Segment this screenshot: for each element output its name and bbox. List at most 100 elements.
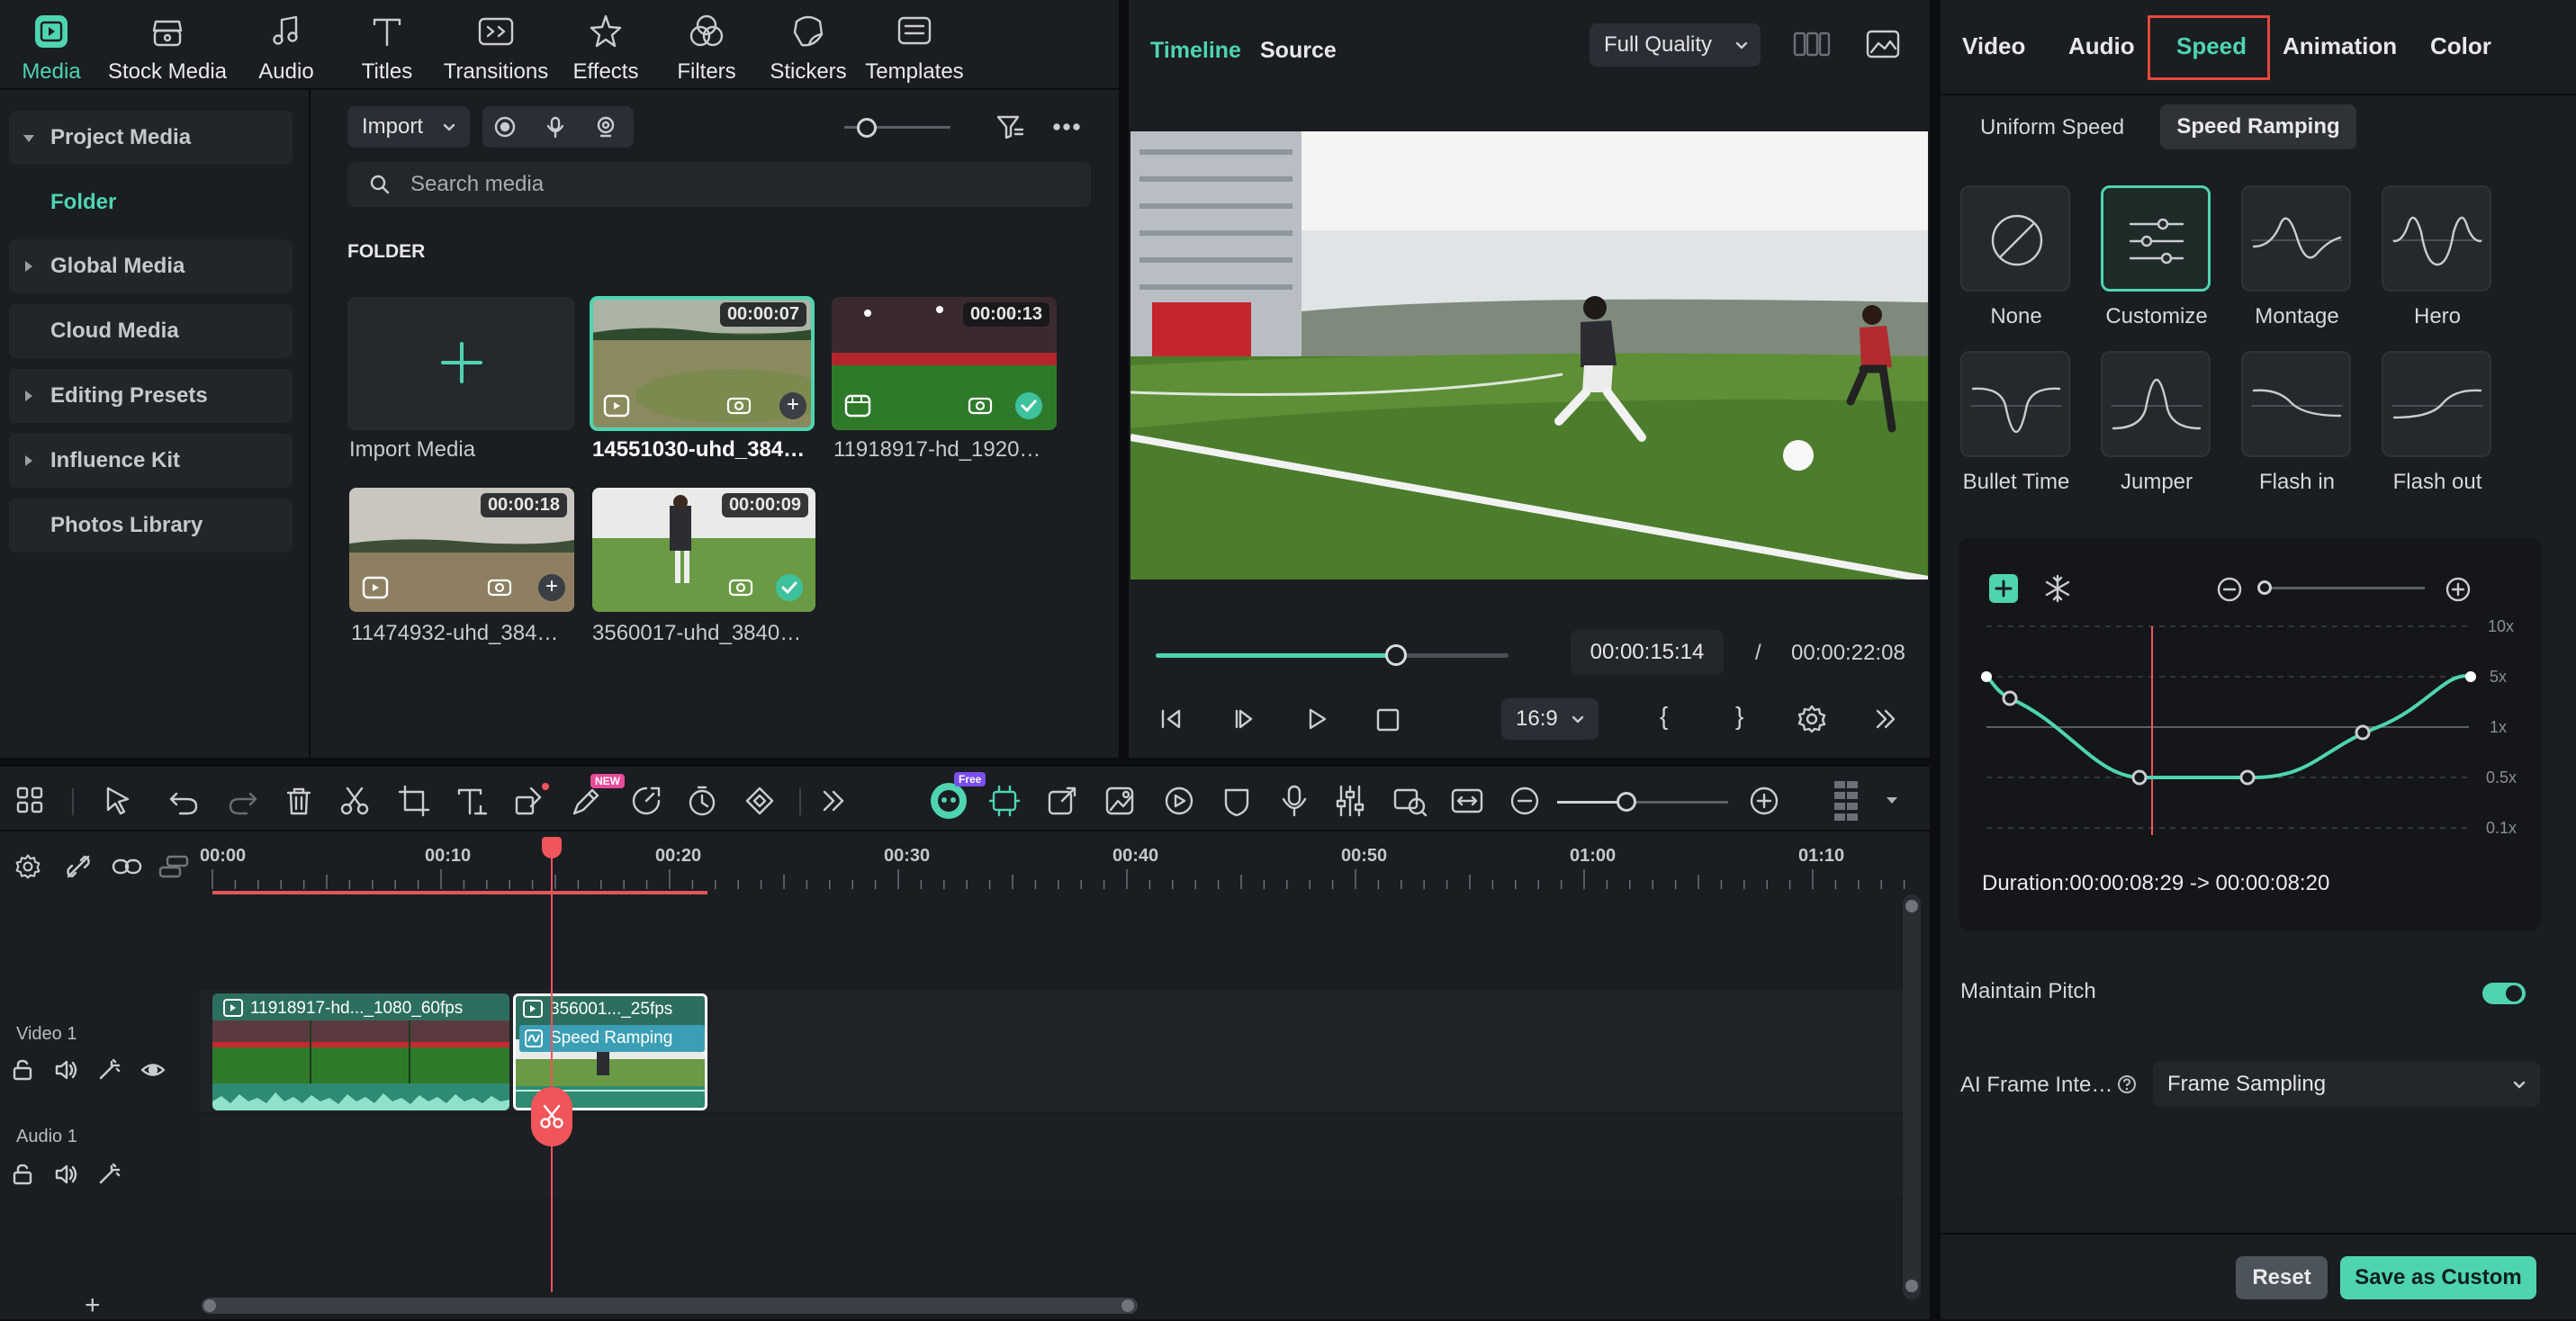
settings-gear-icon[interactable] — [1797, 704, 1827, 734]
audio-mixer-icon[interactable] — [1332, 783, 1368, 819]
sidebar-item-photos-library[interactable]: Photos Library — [9, 499, 293, 553]
track-layers-icon[interactable] — [158, 853, 189, 880]
preset-montage[interactable] — [2241, 185, 2351, 292]
nav-effects[interactable]: Effects — [565, 0, 646, 90]
maintain-pitch-toggle[interactable] — [2482, 983, 2526, 1004]
timeline-zoom-slider[interactable] — [1557, 801, 1728, 804]
tab-timeline[interactable]: Timeline — [1150, 38, 1241, 64]
export-clip-icon[interactable] — [1044, 783, 1080, 819]
help-question-icon[interactable] — [2117, 1074, 2137, 1094]
stop-icon[interactable] — [1375, 707, 1401, 732]
mark-in-button[interactable]: { — [1660, 702, 1668, 731]
select-pointer-icon[interactable] — [101, 783, 137, 819]
expand-arrow-icon[interactable] — [25, 391, 32, 401]
nav-stock-media[interactable]: Stock Media — [104, 0, 230, 90]
eye-visibility-icon[interactable] — [140, 1058, 166, 1082]
subtab-speed-ramping[interactable]: Speed Ramping — [2160, 104, 2356, 149]
add-to-timeline-icon[interactable]: + — [779, 392, 806, 419]
save-as-custom-button[interactable]: Save as Custom — [2340, 1256, 2536, 1299]
voiceover-mic-icon[interactable] — [1276, 783, 1312, 819]
next-frame-icon[interactable] — [1231, 705, 1258, 732]
more-options-icon[interactable] — [1051, 115, 1082, 139]
undo-icon[interactable] — [166, 783, 202, 819]
scene-detect-icon[interactable] — [1392, 783, 1428, 819]
expand-arrow-icon[interactable] — [25, 261, 32, 272]
redo-icon[interactable] — [225, 783, 261, 819]
scroll-knob-right[interactable] — [1121, 1299, 1134, 1312]
add-to-timeline-icon[interactable]: + — [538, 574, 565, 601]
zoom-out-icon[interactable] — [2216, 576, 2243, 603]
expand-arrow-icon[interactable] — [25, 455, 32, 466]
nav-titles[interactable]: Titles — [349, 0, 425, 90]
media-clip-thumbnail[interactable]: 00:00:07 + — [590, 296, 815, 431]
nav-filters[interactable]: Filters — [666, 0, 747, 90]
tab-color[interactable]: Color — [2430, 32, 2491, 60]
current-timecode[interactable]: 00:00:15:14 — [1571, 630, 1724, 675]
track-settings-gear-icon[interactable] — [14, 853, 41, 880]
subtab-uniform-speed[interactable]: Uniform Speed — [1980, 115, 2124, 140]
media-clip-thumbnail[interactable]: 00:00:09 — [592, 488, 815, 612]
timeline-video-clip[interactable]: 11918917-hd..._1080_60fps — [212, 993, 509, 1110]
nav-templates[interactable]: Templates — [860, 0, 968, 90]
add-track-button[interactable]: + — [85, 1290, 101, 1321]
speed-curve-graph[interactable] — [1959, 616, 2541, 846]
zoom-in-icon[interactable] — [2445, 576, 2472, 603]
snapshot-image-icon[interactable] — [1865, 29, 1901, 59]
sidebar-item-influence-kit[interactable]: Influence Kit — [9, 434, 293, 488]
preset-jumper[interactable] — [2101, 351, 2211, 457]
scroll-knob-bottom[interactable] — [1905, 1280, 1918, 1292]
mark-out-button[interactable]: } — [1735, 702, 1743, 731]
webcam-icon[interactable] — [594, 115, 617, 139]
lock-icon[interactable] — [11, 1058, 34, 1082]
tab-audio[interactable]: Audio — [2068, 32, 2135, 60]
tab-speed[interactable]: Speed — [2176, 32, 2247, 60]
add-keyframe-icon[interactable] — [1989, 574, 2018, 603]
nav-audio[interactable]: Audio — [248, 0, 324, 90]
filter-icon[interactable] — [995, 113, 1024, 140]
search-input[interactable]: Search media — [347, 162, 1091, 207]
freeze-frame-snowflake-icon[interactable] — [2043, 574, 2072, 603]
preset-customize[interactable] — [2101, 185, 2211, 292]
tab-video[interactable]: Video — [1962, 32, 2025, 60]
speaker-icon[interactable] — [54, 1058, 77, 1082]
color-brush-icon[interactable] — [569, 783, 605, 819]
photo-enhance-icon[interactable] — [1102, 783, 1138, 819]
playhead-line[interactable] — [551, 837, 553, 1292]
sidebar-item-project-media[interactable]: Project Media — [9, 111, 293, 165]
tab-animation[interactable]: Animation — [2283, 32, 2397, 60]
preset-hero[interactable] — [2382, 185, 2491, 292]
media-clip-thumbnail[interactable]: 00:00:13 — [832, 297, 1057, 430]
sidebar-item-folder[interactable]: Folder — [9, 175, 293, 229]
sidebar-item-cloud-media[interactable]: Cloud Media — [9, 304, 293, 358]
scroll-knob-left[interactable] — [203, 1299, 216, 1312]
video-preview-frame[interactable] — [1130, 131, 1928, 580]
lock-icon[interactable] — [11, 1163, 34, 1186]
nav-stickers[interactable]: Stickers — [763, 0, 853, 90]
preview-progress-knob[interactable] — [1384, 644, 1407, 666]
reset-button[interactable]: Reset — [2236, 1256, 2328, 1299]
sidebar-item-editing-presets[interactable]: Editing Presets — [9, 369, 293, 423]
speed-dial-icon[interactable] — [628, 783, 664, 819]
sidebar-item-global-media[interactable]: Global Media — [9, 239, 293, 293]
caret-down-icon[interactable] — [1885, 795, 1899, 806]
media-clip-thumbnail[interactable]: 00:00:18 + — [349, 488, 574, 612]
link-icon[interactable] — [112, 853, 142, 880]
split-scissors-icon[interactable] — [337, 783, 373, 819]
delete-trash-icon[interactable] — [281, 783, 317, 819]
speed-ramping-tag[interactable]: Speed Ramping — [519, 1025, 705, 1052]
motion-track-icon[interactable] — [1161, 783, 1197, 819]
preset-flash-in[interactable] — [2241, 351, 2351, 457]
preset-flash-out[interactable] — [2382, 351, 2491, 457]
magic-wand-icon[interactable] — [97, 1163, 121, 1186]
split-handle[interactable] — [531, 1087, 572, 1146]
play-icon[interactable] — [1303, 705, 1330, 732]
magic-wand-icon[interactable] — [97, 1058, 121, 1082]
layout-grid-icon[interactable] — [13, 783, 49, 819]
graph-zoom-knob[interactable] — [2257, 580, 2272, 595]
quality-dropdown[interactable]: Full Quality — [1590, 23, 1761, 67]
preset-bullet-time[interactable] — [1960, 351, 2070, 457]
graph-zoom-slider[interactable] — [2265, 587, 2425, 589]
playhead-handle[interactable] — [542, 837, 562, 858]
tab-source[interactable]: Source — [1260, 38, 1337, 64]
scroll-knob-top[interactable] — [1905, 900, 1918, 912]
